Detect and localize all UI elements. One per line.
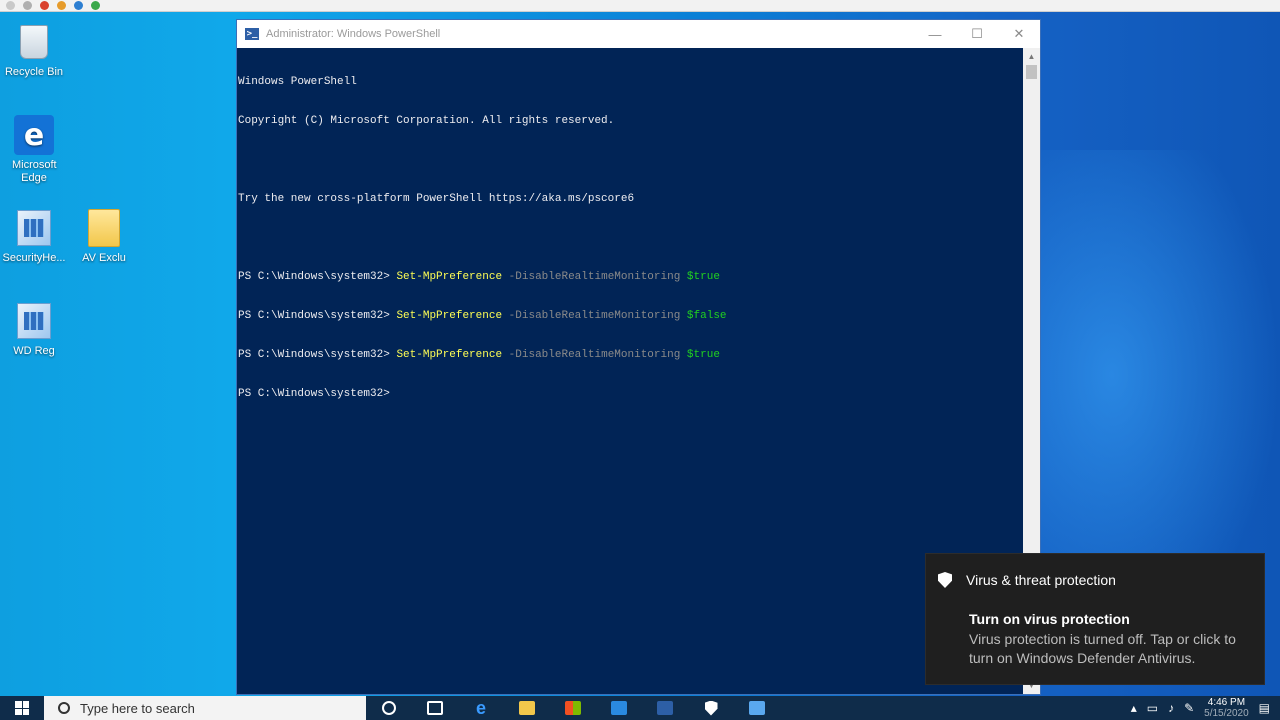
console-prompt: PS C:\Windows\system32> <box>238 349 397 361</box>
parameter: -DisableRealtimeMonitoring <box>508 349 681 361</box>
console-banner-line: Copyright (C) Microsoft Corporation. All… <box>238 115 615 127</box>
registry-file-icon <box>14 301 54 341</box>
system-tray: ▴ ▭ ♪ ✎ 4:46 PM 5/15/2020 ▤ <box>1131 696 1280 720</box>
taskbar-app-store[interactable] <box>550 696 596 720</box>
clock[interactable]: 4:46 PM 5/15/2020 <box>1204 697 1249 719</box>
cmdlet: Set-MpPreference <box>396 271 503 283</box>
start-button[interactable] <box>0 696 44 720</box>
desktop-icon-label: Microsoft Edge <box>12 159 57 184</box>
host-icon[interactable] <box>40 1 49 10</box>
console-banner-line: Windows PowerShell <box>238 76 357 88</box>
powershell-window[interactable]: >_ Administrator: Windows PowerShell — ☐… <box>236 19 1041 695</box>
host-icon[interactable] <box>74 1 83 10</box>
defender-toast-notification[interactable]: Virus & threat protection Turn on virus … <box>925 553 1265 685</box>
toast-body: Virus protection is turned off. Tap or c… <box>969 631 1236 666</box>
console-command-line: PS C:\Windows\system32> Set-MpPreference… <box>238 271 1023 284</box>
registry-file-icon <box>14 208 54 248</box>
cmdlet: Set-MpPreference <box>396 310 503 322</box>
variable: $false <box>686 310 727 322</box>
taskbar-app-edge[interactable]: e <box>458 696 504 720</box>
volume-icon[interactable]: ♪ <box>1168 701 1174 715</box>
taskbar-app-regedit[interactable] <box>734 696 780 720</box>
host-icon[interactable] <box>57 1 66 10</box>
folder-icon <box>84 208 124 248</box>
search-placeholder: Type here to search <box>80 700 195 716</box>
close-button[interactable]: ✕ <box>998 20 1040 48</box>
cmdlet: Set-MpPreference <box>396 349 503 361</box>
edge-icon: e <box>475 697 486 718</box>
console-prompt: PS C:\Windows\system32> <box>238 310 397 322</box>
desktop-icon-label: SecurityHe... <box>2 252 66 264</box>
powershell-icon: >_ <box>245 28 259 40</box>
taskbar-app-mail[interactable] <box>596 696 642 720</box>
shield-icon <box>704 700 718 716</box>
desktop-icon-label: AV Exclu <box>82 252 126 264</box>
console-input-line[interactable]: PS C:\Windows\system32> <box>238 388 1023 401</box>
shield-icon <box>938 572 952 588</box>
task-view-icon <box>427 701 443 715</box>
show-hidden-icons-chevron-icon[interactable]: ▴ <box>1131 701 1137 715</box>
desktop-icon-wd-reg[interactable]: WD Reg <box>0 301 68 358</box>
toast-app-name: Virus & threat protection <box>966 572 1116 588</box>
task-view-button[interactable] <box>412 696 458 720</box>
edge-icon: e <box>14 115 54 155</box>
clock-date: 5/15/2020 <box>1204 708 1249 719</box>
console-command-line: PS C:\Windows\system32> Set-MpPreference… <box>238 310 1023 323</box>
window-titlebar[interactable]: >_ Administrator: Windows PowerShell — ☐… <box>237 20 1040 48</box>
variable: $true <box>686 271 720 283</box>
host-icon[interactable] <box>6 1 15 10</box>
desktop-icon-recycle-bin[interactable]: Recycle Bin <box>0 22 68 79</box>
registry-editor-icon <box>749 701 765 715</box>
action-center-icon[interactable]: ▤ <box>1259 701 1270 715</box>
console-command-line: PS C:\Windows\system32> Set-MpPreference… <box>238 349 1023 362</box>
toast-header: Virus & threat protection <box>938 572 1116 588</box>
store-icon <box>565 701 581 715</box>
variable: $true <box>686 349 720 361</box>
taskbar-search-box[interactable]: Type here to search <box>44 696 366 720</box>
taskbar-app-powershell[interactable] <box>642 696 688 720</box>
parameter: -DisableRealtimeMonitoring <box>508 271 681 283</box>
windows-logo-icon <box>15 701 29 715</box>
console-output[interactable]: Windows PowerShell Copyright (C) Microso… <box>237 48 1024 694</box>
host-icon[interactable] <box>23 1 32 10</box>
clock-time: 4:46 PM <box>1207 697 1246 708</box>
cortana-circle-icon <box>382 701 396 715</box>
taskbar-app-file-explorer[interactable] <box>504 696 550 720</box>
pen-icon[interactable]: ✎ <box>1184 701 1194 715</box>
scroll-up-arrow-icon[interactable]: ▲ <box>1023 48 1040 65</box>
window-title: Administrator: Windows PowerShell <box>266 28 441 40</box>
desktop-icon-microsoft-edge[interactable]: e Microsoft Edge <box>0 115 68 185</box>
parameter: -DisableRealtimeMonitoring <box>508 310 681 322</box>
recycle-bin-icon <box>14 22 54 62</box>
cortana-button[interactable] <box>366 696 412 720</box>
host-toolbar <box>0 0 1280 12</box>
desktop-icon-av-exclu[interactable]: AV Exclu <box>70 208 138 265</box>
desktop-icon-label: Recycle Bin <box>4 66 64 78</box>
toast-heading: Turn on virus protection <box>969 611 1130 627</box>
taskbar: Type here to search e ▴ ▭ ♪ ✎ 4:46 PM 5/… <box>0 696 1280 720</box>
taskbar-app-security[interactable] <box>688 696 734 720</box>
powershell-icon <box>657 701 673 715</box>
console-prompt: PS C:\Windows\system32> <box>238 271 397 283</box>
host-icon[interactable] <box>91 1 100 10</box>
console-prompt: PS C:\Windows\system32> <box>238 388 397 400</box>
network-icon[interactable]: ▭ <box>1147 701 1158 715</box>
console-hint-line: Try the new cross-platform PowerShell ht… <box>238 193 635 205</box>
mail-icon <box>611 701 627 715</box>
folder-icon <box>519 701 535 715</box>
maximize-button[interactable]: ☐ <box>956 20 998 48</box>
search-icon <box>58 702 70 714</box>
scrollbar-thumb[interactable] <box>1026 65 1037 79</box>
desktop-icon-label: WD Reg <box>13 345 55 357</box>
minimize-button[interactable]: — <box>914 20 956 48</box>
desktop-icon-securityhealth[interactable]: SecurityHe... <box>0 208 68 265</box>
